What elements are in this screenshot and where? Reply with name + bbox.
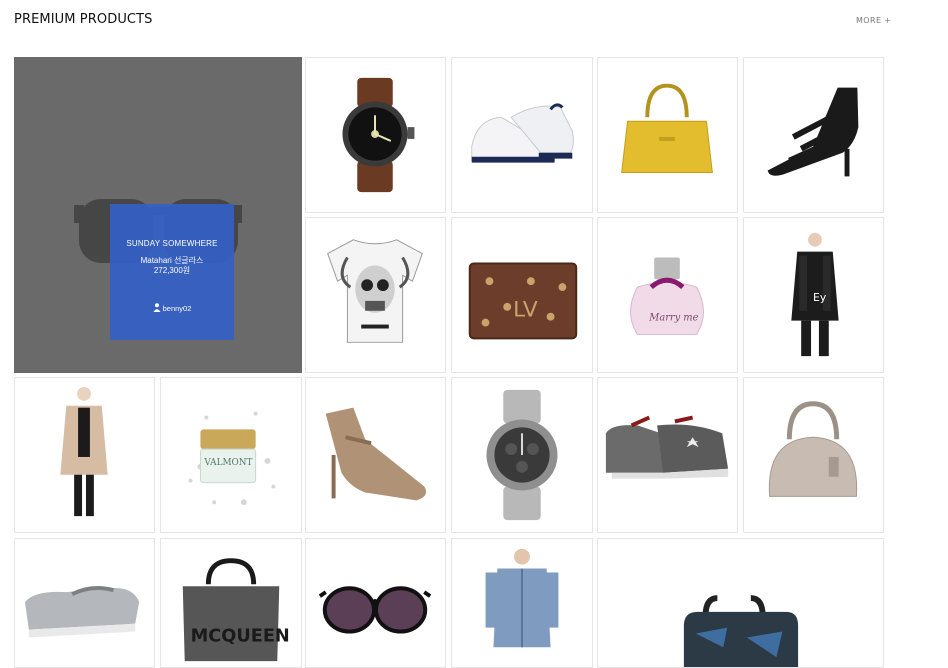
- product-tile[interactable]: Marry me: [597, 217, 738, 373]
- product-tile[interactable]: [743, 57, 884, 213]
- perfume-icon: Marry me: [630, 257, 704, 335]
- svg-text:VALMONT: VALMONT: [203, 458, 252, 468]
- featured-overlay: SUNDAY SOMEWHERE Matahari 선글라스 272,300원 …: [110, 204, 234, 340]
- product-tile[interactable]: [597, 377, 738, 533]
- svg-text:Marry me: Marry me: [648, 313, 698, 324]
- handbag-icon: [768, 401, 858, 497]
- svg-text:Ey: Ey: [813, 291, 827, 304]
- loafer-icon: [24, 586, 140, 638]
- product-tile[interactable]: [305, 217, 446, 373]
- product-tile[interactable]: [451, 538, 593, 668]
- cardigan-icon: [60, 386, 108, 517]
- chronograph-icon: [486, 389, 558, 521]
- page-title: PREMIUM PRODUCTS: [14, 12, 153, 27]
- product-tile[interactable]: VALMONT: [160, 377, 302, 533]
- product-tile[interactable]: [597, 57, 738, 213]
- user-icon: [153, 303, 161, 312]
- sandal-icon: [767, 87, 859, 177]
- product-tile[interactable]: [14, 377, 155, 533]
- wallet-icon: LV: [468, 262, 578, 340]
- more-link[interactable]: MORE +: [856, 16, 891, 25]
- product-tile[interactable]: MCQUEEN: [160, 538, 302, 668]
- svg-text:LV: LV: [513, 298, 538, 323]
- product-tile[interactable]: [597, 538, 884, 668]
- product-tile[interactable]: [743, 377, 884, 533]
- featured-product-price: 272,300원: [153, 266, 191, 275]
- heel-icon: [325, 407, 427, 501]
- product-tile[interactable]: [14, 538, 155, 668]
- coat-icon: Ey: [791, 232, 839, 357]
- featured-title: SUNDAY SOMEWHERE: [126, 239, 218, 248]
- backpack-icon: [683, 595, 799, 667]
- featured-username: benny02: [162, 304, 192, 313]
- sunglasses-icon: [318, 586, 432, 634]
- tote-bag-icon: MCQUEEN: [182, 558, 290, 662]
- product-tile[interactable]: LV: [451, 217, 593, 373]
- watch-icon: [342, 77, 415, 193]
- featured-user[interactable]: benny02: [110, 303, 234, 313]
- sneaker-icon: [471, 103, 574, 163]
- handbag-icon: [621, 83, 713, 173]
- product-tile[interactable]: [451, 57, 593, 213]
- product-tile[interactable]: [305, 538, 446, 668]
- product-tile[interactable]: [305, 57, 446, 213]
- sneaker-icon: [605, 415, 729, 479]
- featured-product-tile[interactable]: SUNDAY SOMEWHERE Matahari 선글라스 272,300원 …: [14, 57, 302, 373]
- shirt-icon: [485, 548, 559, 648]
- tshirt-icon: [327, 239, 423, 343]
- svg-text:MCQUEEN: MCQUEEN: [191, 626, 290, 646]
- product-tile[interactable]: Ey: [743, 217, 884, 373]
- product-tile[interactable]: [451, 377, 593, 533]
- product-tile[interactable]: [305, 377, 446, 533]
- cream-jar-icon: VALMONT: [188, 411, 276, 506]
